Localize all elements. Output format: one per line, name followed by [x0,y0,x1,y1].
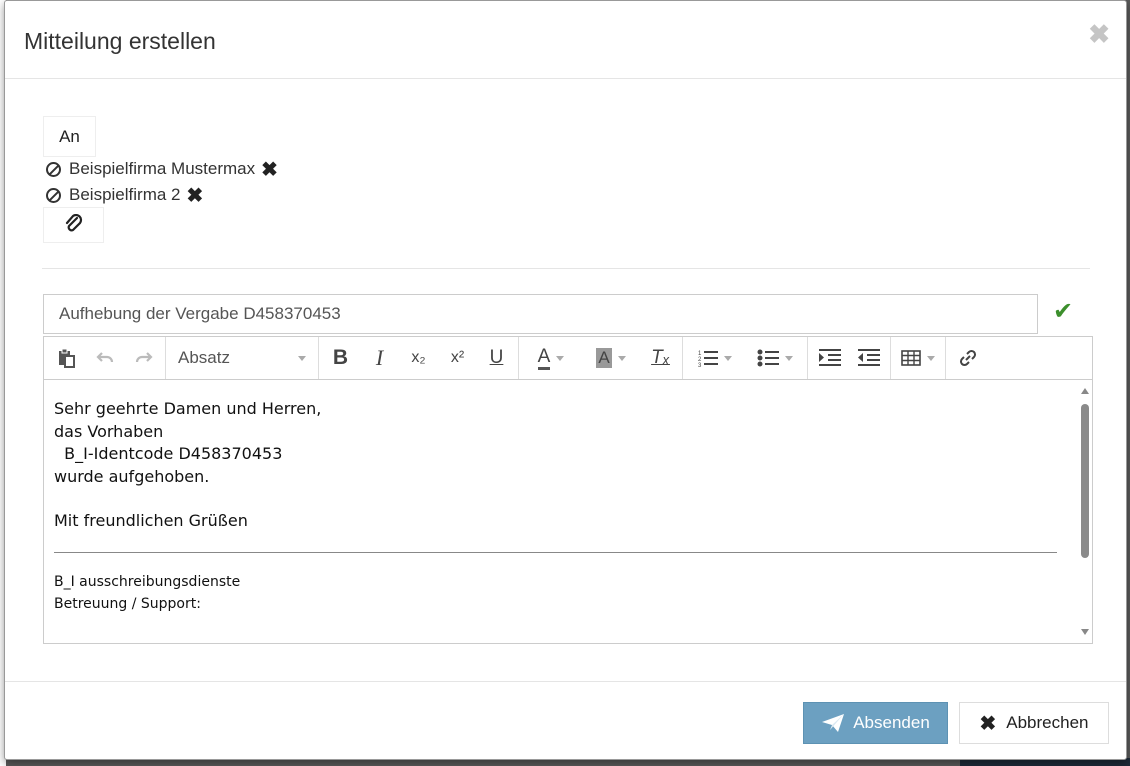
chevron-down-icon [785,355,793,361]
format-select-value: Absatz [178,348,230,367]
toolbar-group-history [44,337,166,379]
message-dialog: Mitteilung erstellen ✖ An Beispielfirma … [4,0,1127,760]
italic-icon[interactable]: I [360,341,399,375]
toolbar-group-lists: 123 [683,337,808,379]
ban-icon [46,187,61,203]
signature-line: Betreuung / Support: [54,595,201,612]
ban-icon [46,161,61,177]
divider [42,268,1090,269]
editor-scrollbar[interactable] [1079,380,1091,643]
indent-icon[interactable] [810,341,849,375]
body-line: das Vorhaben [54,421,164,441]
bullet-list-icon [757,349,779,367]
rich-text-editor: Absatz B I x₂ x² U A A Tₓ 1 2 3 Sehr gee… [43,336,1093,644]
toolbar-group-link [946,337,989,379]
attach-button[interactable] [43,207,104,243]
outdent-icon[interactable] [849,341,888,375]
chevron-down-icon [298,355,306,361]
recipient-name: Beispielfirma Mustermax [69,159,256,178]
remove-recipient-icon[interactable]: ✖ [187,183,204,208]
valid-check-icon: ✔ [1053,298,1074,325]
body-line: Mit freundlichen Grüßen [54,511,248,530]
paperclip-icon [65,214,82,232]
toolbar-group-table [891,337,946,379]
recipients-button[interactable]: An [43,116,96,157]
link-icon[interactable] [948,341,987,375]
dialog-title: Mitteilung erstellen [24,28,216,54]
format-select[interactable]: Absatz [168,348,316,368]
chevron-down-icon [724,355,732,361]
signature-divider [54,551,1057,553]
background-color-button[interactable]: A [581,341,641,375]
body-line: Sehr geehrte Damen und Herren, [54,399,322,418]
chevron-down-icon [927,355,935,361]
chevron-down-icon [556,355,565,361]
recipient-item: Beispielfirma 2 ✖ [46,183,204,208]
cancel-button-label: Abbrechen [1006,713,1089,732]
send-button[interactable]: Absenden [803,702,948,744]
paste-icon[interactable] [46,341,85,375]
bullet-list-button[interactable] [745,341,805,375]
cancel-button[interactable]: ✖ Abbrechen [959,702,1109,744]
editor-toolbar: Absatz B I x₂ x² U A A Tₓ 1 2 3 [44,337,1092,380]
close-icon: ✖ [979,712,997,735]
scroll-down-icon[interactable] [1081,629,1089,635]
body-line: wurde aufgehoben. [54,466,210,486]
signature-line: B_I ausschreibungsdienste [54,573,241,590]
body-line [54,488,1082,510]
dialog-header: Mitteilung erstellen ✖ [5,1,1126,79]
bold-icon[interactable]: B [321,341,360,375]
text-color-icon: A [537,346,551,370]
dialog-footer: Absenden ✖ Abbrechen [5,681,1126,761]
numbered-list-button[interactable]: 123 [685,341,745,375]
close-icon[interactable]: ✖ [1088,21,1110,47]
send-button-label: Absenden [853,713,930,732]
recipient-item: Beispielfirma Mustermax ✖ [46,157,278,182]
toolbar-group-format: Absatz [166,337,319,379]
chevron-down-icon [617,355,626,361]
subject-input[interactable]: Aufhebung der Vergabe D458370453 [43,294,1038,334]
table-button[interactable] [893,341,943,375]
scroll-up-icon[interactable] [1081,388,1089,394]
recipient-name: Beispielfirma 2 [69,185,181,204]
superscript-icon[interactable]: x² [438,341,477,375]
redo-icon[interactable] [124,341,163,375]
text-color-button[interactable]: A [521,341,581,375]
scrollbar-thumb[interactable] [1081,404,1089,558]
subscript-icon[interactable]: x₂ [399,341,438,375]
toolbar-group-color: A A Tₓ [519,337,683,379]
remove-recipient-icon[interactable]: ✖ [261,157,278,182]
underline-icon[interactable]: U [477,341,516,375]
toolbar-group-text: B I x₂ x² U [319,337,519,379]
paper-plane-icon [822,714,845,732]
svg-text:3: 3 [698,363,702,367]
numbered-list-icon: 123 [698,351,718,367]
editor-content[interactable]: Sehr geehrte Damen und Herren, das Vorha… [44,380,1092,643]
toolbar-group-indent [808,337,891,379]
body-line: B_I-Identcode D458370453 [54,444,283,463]
clear-format-icon[interactable]: Tₓ [641,341,680,375]
background-color-icon: A [596,348,612,368]
table-icon [901,350,921,366]
undo-icon[interactable] [85,341,124,375]
